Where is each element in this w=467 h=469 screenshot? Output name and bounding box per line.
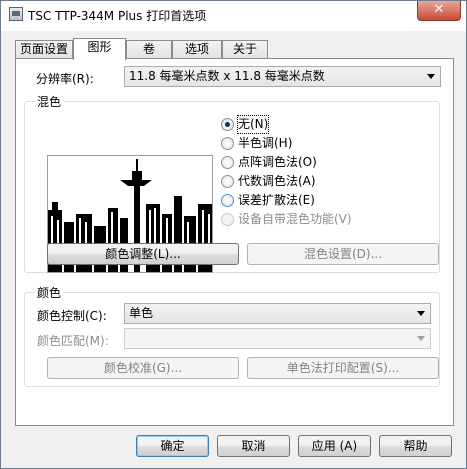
color-adjust-button[interactable]: 颜色调整(L)... — [47, 243, 239, 265]
color-match-label: 颜色匹配(M): — [37, 334, 109, 348]
radio-indicator — [221, 213, 234, 226]
color-control-label: 颜色控制(C): — [37, 309, 107, 323]
color-group: 颜色 颜色控制(C): 单色 颜色匹配(M): 颜色校准(G)... 单色法打印… — [24, 284, 440, 387]
graphics-tab-panel: 分辨率(R): 11.8 每毫米点数 x 11.8 每毫米点数 混色 无(N) … — [15, 58, 454, 426]
apply-button[interactable]: 应用 (A) — [298, 435, 371, 457]
resolution-value: 11.8 每毫米点数 x 11.8 每毫米点数 — [129, 69, 325, 83]
radio-indicator[interactable] — [221, 175, 234, 188]
close-icon: ✕ — [433, 2, 445, 17]
close-button[interactable]: ✕ — [417, 1, 461, 21]
color-calibrate-button: 颜色校准(G)... — [47, 357, 239, 379]
ok-button[interactable]: 确定 — [136, 435, 209, 457]
color-match-select — [124, 328, 431, 349]
dithering-title: 混色 — [35, 93, 64, 110]
dithering-group: 混色 无(N) 半色调(H) 点阵调色法(O) 代数调色法(A) 误差扩散法(E… — [24, 93, 440, 273]
title-bar[interactable]: TSC TTP-344M Plus 打印首选项 ✕ — [1, 1, 466, 31]
chevron-down-icon — [427, 74, 435, 79]
radio-indicator[interactable] — [221, 118, 234, 131]
radio-halftone-label: 半色调(H) — [238, 136, 293, 150]
dithering-settings-button: 混色设置(D)... — [247, 243, 439, 265]
tab-roll[interactable]: 卷 — [126, 40, 172, 59]
radio-none-label: 无(N) — [236, 115, 270, 134]
tab-options[interactable]: 选项 — [172, 40, 222, 59]
radio-indicator[interactable] — [221, 194, 234, 207]
cancel-button[interactable]: 取消 — [217, 435, 290, 457]
radio-indicator[interactable] — [221, 156, 234, 169]
radio-error-diffusion-label: 误差扩散法(E) — [238, 193, 315, 207]
color-title: 颜色 — [35, 284, 64, 301]
radio-algebraic-label: 代数调色法(A) — [238, 174, 316, 188]
window-title: TSC TTP-344M Plus 打印首选项 — [28, 9, 207, 23]
radio-ordered-label: 点阵调色法(O) — [238, 155, 317, 169]
radio-indicator[interactable] — [221, 137, 234, 150]
tab-about[interactable]: 关于 — [222, 40, 268, 59]
printer-icon — [9, 7, 23, 21]
dithering-options: 无(N) 半色调(H) 点阵调色法(O) 代数调色法(A) 误差扩散法(E) 设… — [221, 115, 421, 236]
resolution-label: 分辨率(R): — [36, 72, 94, 86]
chevron-down-icon — [417, 336, 425, 341]
tab-graphics[interactable]: 图形 — [73, 38, 126, 60]
radio-device-dithering-label: 设备自带混色功能(V) — [238, 212, 352, 226]
dialog-window: TSC TTP-344M Plus 打印首选项 ✕ 页面设置 图形 卷 选项 关… — [0, 0, 467, 469]
color-control-select[interactable]: 单色 — [124, 303, 431, 324]
chevron-down-icon — [417, 311, 425, 316]
help-button[interactable]: 帮助 — [379, 435, 452, 457]
mono-print-config-button: 单色法打印配置(S)... — [247, 357, 439, 379]
color-control-value: 单色 — [129, 306, 154, 320]
tab-page-setup[interactable]: 页面设置 — [15, 40, 73, 59]
resolution-select[interactable]: 11.8 每毫米点数 x 11.8 每毫米点数 — [124, 66, 441, 87]
